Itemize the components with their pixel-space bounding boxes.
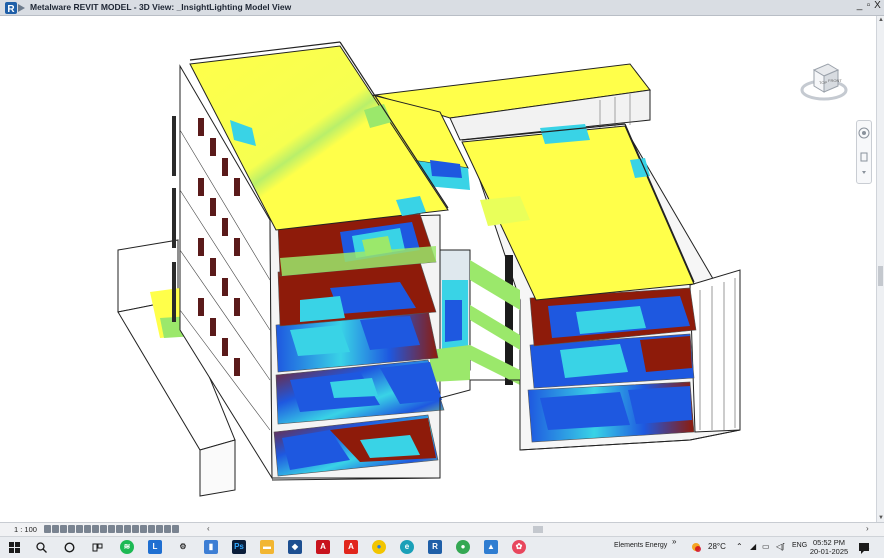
sun-path-icon[interactable] bbox=[60, 525, 67, 533]
detail-level-icon[interactable] bbox=[44, 525, 51, 533]
left-block-floor-plates bbox=[273, 213, 445, 477]
search-icon[interactable] bbox=[36, 542, 47, 553]
weather-label[interactable]: Elements Energy bbox=[614, 542, 667, 549]
clock-date: 20-01-2025 bbox=[809, 547, 849, 556]
restore-button[interactable]: ▫ bbox=[864, 0, 873, 11]
lens-app-icon[interactable]: L bbox=[148, 540, 162, 554]
photoshop-icon[interactable]: Ps bbox=[232, 540, 246, 554]
show-crop-region-icon[interactable] bbox=[92, 525, 99, 533]
view-control-bar: 1 : 100 ‹ › bbox=[0, 522, 884, 536]
revit-logo-icon[interactable]: R bbox=[4, 1, 26, 15]
notification-badge: 4 bbox=[866, 546, 870, 552]
visual-style-icon[interactable] bbox=[52, 525, 59, 533]
3d-view-canvas[interactable]: TOP FRONT bbox=[0, 16, 876, 522]
close-button[interactable]: X bbox=[873, 0, 882, 11]
rendering-icon[interactable] bbox=[76, 525, 83, 533]
paint-icon[interactable]: ✿ bbox=[512, 540, 526, 554]
chevron-down-icon[interactable] bbox=[862, 171, 866, 174]
scroll-left-arrow[interactable]: ‹ bbox=[207, 524, 210, 533]
volume-icon[interactable]: ◁ʃ bbox=[776, 542, 784, 551]
analysis-display-icon[interactable] bbox=[132, 525, 139, 533]
highlight-displacement-icon[interactable] bbox=[140, 525, 147, 533]
view-control-icons bbox=[44, 525, 179, 533]
windows-start-icon[interactable] bbox=[9, 542, 20, 553]
weather-icon[interactable] bbox=[690, 541, 703, 554]
chrome-profile-icon[interactable]: ● bbox=[456, 540, 470, 554]
scroll-right-arrow[interactable]: › bbox=[866, 524, 869, 533]
horizontal-scroll-thumb[interactable] bbox=[533, 526, 543, 533]
scroll-up-arrow[interactable]: ▲ bbox=[877, 17, 884, 23]
photos-icon[interactable]: ▲ bbox=[484, 540, 498, 554]
temporary-view-properties-icon[interactable] bbox=[124, 525, 131, 533]
task-view-icon[interactable] bbox=[92, 542, 103, 553]
minimize-button[interactable]: _ bbox=[855, 0, 864, 11]
sketchup-icon[interactable]: ◆ bbox=[288, 540, 302, 554]
autocad-icon[interactable]: A bbox=[344, 540, 358, 554]
viewcube-top-label: TOP bbox=[819, 80, 827, 85]
temperature[interactable]: 28°C bbox=[708, 542, 726, 551]
worksharing-display-icon[interactable] bbox=[156, 525, 163, 533]
settings-gear-icon[interactable]: ⚙ bbox=[176, 540, 190, 554]
lock-3d-view-icon[interactable] bbox=[100, 525, 107, 533]
chrome-icon[interactable]: ● bbox=[372, 540, 386, 554]
reveal-constraints-icon[interactable] bbox=[148, 525, 155, 533]
windows-taskbar: ≋ L ⚙ ▮ Ps ▬ ◆ A A ● e R ● ▲ ✿ Elements … bbox=[0, 536, 884, 558]
hide-analytical-icon[interactable] bbox=[164, 525, 171, 533]
window-title: Metalware REVIT MODEL - 3D View: _Insigh… bbox=[30, 2, 292, 12]
chevron-up-icon[interactable]: ⌃ bbox=[736, 542, 743, 551]
chevron-right-icon[interactable]: » bbox=[672, 537, 676, 546]
file-explorer-icon[interactable]: ▮ bbox=[204, 540, 218, 554]
viewcube-front-label: FRONT bbox=[828, 78, 842, 83]
folder-icon[interactable]: ▬ bbox=[260, 540, 274, 554]
vertical-scroll-thumb[interactable] bbox=[878, 266, 883, 286]
show-analytical-icon[interactable] bbox=[172, 525, 179, 533]
shadows-icon[interactable] bbox=[68, 525, 75, 533]
title-bar: R Metalware REVIT MODEL - 3D View: _Insi… bbox=[0, 0, 884, 16]
viewcube[interactable]: TOP FRONT bbox=[800, 56, 848, 108]
acrobat-icon[interactable]: A bbox=[316, 540, 330, 554]
vertical-scrollbar[interactable]: ▲ ▼ bbox=[876, 16, 884, 522]
clock-time: 05:52 PM bbox=[812, 538, 846, 547]
crop-view-icon[interactable] bbox=[84, 525, 91, 533]
language-indicator[interactable]: ENG bbox=[792, 542, 807, 549]
network-icon[interactable]: ◢ bbox=[750, 542, 756, 551]
navigation-bar[interactable] bbox=[856, 120, 872, 184]
svg-text:R: R bbox=[7, 4, 15, 15]
cortana-icon[interactable] bbox=[64, 542, 75, 553]
window-controls: _ ▫ X bbox=[855, 0, 882, 11]
building-model bbox=[117, 41, 741, 497]
revit-taskbar-icon[interactable]: R bbox=[428, 540, 442, 554]
spotify-icon[interactable]: ≋ bbox=[120, 540, 134, 554]
scroll-down-arrow[interactable]: ▼ bbox=[877, 515, 884, 521]
clock[interactable]: 05:52 PM 20-01-2025 bbox=[808, 538, 850, 556]
battery-icon[interactable]: ▭ bbox=[762, 542, 770, 551]
reveal-hidden-icon[interactable] bbox=[116, 525, 123, 533]
temporary-hide-icon[interactable] bbox=[108, 525, 115, 533]
zoom-icon[interactable] bbox=[860, 152, 868, 162]
edge-icon[interactable]: e bbox=[400, 540, 414, 554]
view-scale[interactable]: 1 : 100 bbox=[14, 525, 37, 534]
